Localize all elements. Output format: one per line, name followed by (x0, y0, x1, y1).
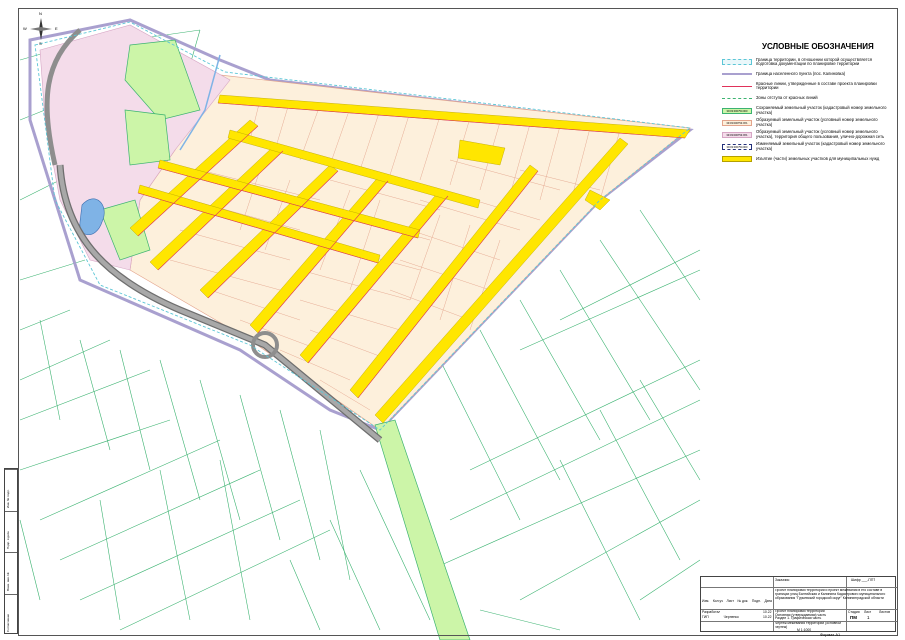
side-stamp-divider (5, 552, 17, 553)
customer-label: Заказчик: (775, 578, 790, 582)
role-1: Разработал (702, 610, 721, 614)
north-arrow: N S W E (23, 11, 58, 46)
stamp-col-header: Подп. (751, 599, 761, 603)
legend-text: Образуемый земельный участок (условный н… (756, 117, 878, 127)
legend-item: Зоны отступа от красных линий (722, 93, 894, 104)
legend-swatch (722, 85, 752, 87)
legend-title: УСЛОВНЫЕ ОБОЗНАЧЕНИЯ (762, 42, 874, 51)
legend-item: 39:03:000754:ЗУ1 Образуемый земельный уча… (722, 129, 894, 141)
stamp-col-header: Лист (726, 599, 734, 603)
side-stamp-label: Подп. и дата (6, 531, 10, 549)
compass-n: N (39, 11, 42, 16)
legend-text: Красные линии, утвержденные в составе пр… (756, 80, 877, 91)
stamp-col-header: Дата (764, 599, 772, 603)
compass-s: S (39, 41, 42, 46)
side-stamp: Инв. № подл. Подп. и дата Взам. инв. № Согл… (4, 468, 18, 634)
compass-icon (30, 18, 52, 40)
compass-e: E (55, 26, 58, 31)
legend-text: Изменяемый земельный участок (кадастровы… (756, 141, 885, 151)
legend-item: 39:03:000754:000 Изменяемый земельный уча… (722, 141, 894, 153)
legend-text: Сохраняемый земельный участок (кадастров… (756, 105, 887, 115)
title-block: Заказчик: Шифр ___-ППТ Проект планировки… (700, 576, 897, 632)
map-legend: УСЛОВНЫЕ ОБОЗНАЧЕНИЯ Граница территории,… (722, 42, 894, 166)
side-stamp-divider (5, 593, 17, 595)
side-stamp-divider (5, 469, 17, 470)
sheet-format: Формат А1 (820, 632, 841, 637)
legend-swatch (722, 98, 752, 100)
legend-item: Граница населенного пункта (пос. Калинов… (722, 69, 894, 80)
stamp-col-header: № док. (737, 599, 749, 603)
col-headers: Изм. Кол.уч Лист № док. Подп. Дата (702, 599, 772, 603)
legend-item: 39:03:000754:000 Сохраняемый земельный уч… (722, 105, 894, 116)
legend-item: Красные линии, утвержденные в составе пр… (722, 81, 894, 92)
legend-item: Изъятие (части) земельных участков для м… (722, 154, 894, 165)
legend-text: Граница населенного пункта (пос. Калинов… (756, 71, 846, 77)
legend-text: Образуемый земельный участок (условный н… (756, 129, 885, 139)
sheet-title: Проект планировки территории Основная (у… (775, 610, 827, 621)
legend-list: Граница территории, в отношении которой … (722, 57, 894, 164)
side-stamp-label: Инв. № подл. (6, 488, 10, 508)
legend-swatch (722, 156, 752, 162)
date-2: 10.22 (763, 615, 772, 619)
legend-swatch: 39:03:000754:000 (722, 143, 752, 150)
sheet-value: 1 (867, 615, 870, 620)
sheets-label: Листов (879, 610, 891, 614)
stage-label: Стадия (848, 610, 860, 614)
side-stamp-label: Согласовано (6, 613, 10, 632)
sheet-label: Лист (864, 610, 872, 614)
legend-text: Изъятие (части) земельных участков для м… (756, 155, 880, 161)
legend-swatch (722, 72, 752, 76)
legend-item: Граница территории, в отношении которой … (722, 57, 894, 68)
legend-swatch: 39:03:000754:ЗУ1 (722, 131, 752, 138)
date-1: 10.22 (763, 610, 772, 614)
legend-swatch: 39:03:000754:000 (722, 107, 752, 114)
stage-value: ПМ (850, 615, 857, 620)
legend-item: 39:03:000754:ЗУ1 Образуемый земельный уча… (722, 117, 894, 128)
side-stamp-divider (5, 510, 17, 512)
drawing-scale: М 1:1000 (797, 628, 812, 632)
project-code: Шифр ___-ППТ (851, 578, 876, 582)
stamp-col-header: Изм. (702, 599, 710, 603)
stamp-col-header: Кол.уч (712, 599, 723, 603)
legend-swatch: 39:03:000754:ЗУ1 (722, 119, 752, 126)
role-2: ГИП Черненко (702, 615, 739, 619)
project-description: Проект планировки территории и проект ме… (775, 589, 886, 600)
legend-swatch (722, 59, 752, 66)
side-stamp-label: Взам. инв. № (6, 571, 10, 591)
legend-text: Граница территории, в отношении которой … (756, 56, 872, 67)
legend-text: Зоны отступа от красных линий (756, 95, 818, 101)
compass-w: W (23, 26, 27, 31)
